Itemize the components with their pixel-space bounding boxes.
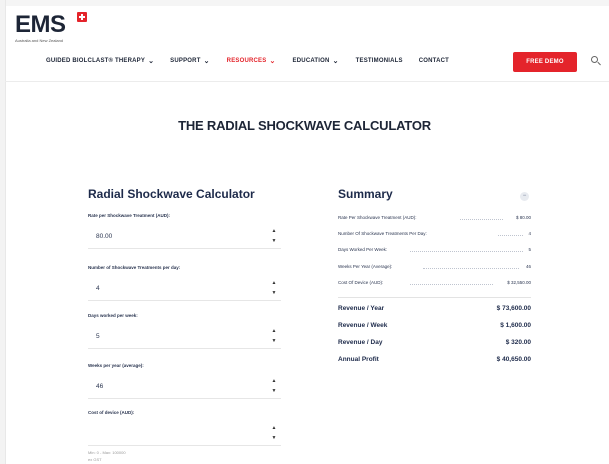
logo-text: EMS [15,11,66,38]
chevron-down-icon: ⌄ [203,58,210,65]
search-icon[interactable] [591,56,598,63]
days-stepper[interactable]: ▲ ▼ [271,326,277,346]
weeks-stepper[interactable]: ▲ ▼ [271,376,277,396]
browser-top-edge [0,0,609,6]
summary-row: Number Of Shockwave Treatments Per Day: … [338,231,531,239]
chevron-down-icon: ⌄ [269,58,276,65]
summary-row-label: Rate Per Shockwave Treatment (AUD): [338,215,417,220]
total-value: $ 73,600.00 [496,305,531,312]
summary-title: Summary [338,187,393,201]
stepper-down-icon[interactable]: ▼ [271,336,277,346]
stepper-up-icon[interactable]: ▲ [271,423,277,433]
cost-input[interactable]: ▲ ▼ [88,421,281,446]
logo-subtitle: Australia and New Zealand [15,38,64,43]
summary-row: Weeks Per Year (Average): 46 [338,264,531,272]
cost-hint-tax: ex GST [88,457,102,462]
stepper-down-icon[interactable]: ▼ [271,236,277,246]
field-label-cost: Cost of device (AUD): [88,410,135,415]
summary-row-value: 46 [525,264,531,269]
browser-left-edge [0,0,6,464]
nav-label: RESOURCES [226,58,267,64]
field-label-days: Days worked per week: [88,313,138,318]
weeks-input[interactable]: 46 ▲ ▼ [88,374,281,399]
cost-stepper[interactable]: ▲ ▼ [271,423,277,443]
summary-row-value: 5 [528,247,531,252]
rate-input[interactable]: 80.00 ▲ ▼ [88,224,281,249]
chevron-down-icon: ⌄ [332,58,339,65]
total-value: $ 320.00 [505,339,531,346]
summary-row-label: Cost Of Device (AUD): [338,280,384,285]
field-label-weeks: Weeks per year (average): [88,363,144,368]
main-nav: GUIDED BIOLCLAST® THERAPY ⌄ SUPPORT ⌄ RESO… [46,57,449,65]
cost-hint-range: Min: 0 - Max: 100000 [88,450,126,455]
summary-row: Rate Per Shockwave Treatment (AUD): $ 80… [338,215,531,223]
treatments-input[interactable]: 4 ▲ ▼ [88,276,281,301]
nav-item-testimonials[interactable]: TESTIMONIALS [356,58,403,64]
field-label-treatments: Number of Shockwave Treatments per day: [88,265,181,270]
page-title: THE RADIAL SHOCKWAVE CALCULATOR [178,118,431,133]
days-value: 5 [96,333,100,340]
total-label: Revenue / Year [338,305,385,312]
collapse-icon[interactable]: − [520,192,529,201]
chevron-down-icon: ⌄ [148,58,155,65]
total-label: Annual Profit [338,356,379,363]
nav-item-education[interactable]: EDUCATION ⌄ [293,57,339,65]
calculator-title: Radial Shockwave Calculator [88,187,255,201]
total-label: Revenue / Week [338,322,388,329]
stepper-up-icon[interactable]: ▲ [271,326,277,336]
stepper-up-icon[interactable]: ▲ [271,376,277,386]
summary-row-label: Weeks Per Year (Average): [338,264,393,269]
stepper-up-icon[interactable]: ▲ [271,226,277,236]
summary-row-label: Days Worked Per Week: [338,247,388,252]
treatments-stepper[interactable]: ▲ ▼ [271,278,277,298]
medical-cross-icon [77,12,87,22]
summary-row: Cost Of Device (AUD): $ 32,550.00 [338,280,531,288]
nav-label: SUPPORT [170,58,201,64]
nav-label: GUIDED BIOLCLAST® THERAPY [46,58,146,64]
summary-row-value: $ 80.00 [515,215,531,220]
total-value: $ 40,650.00 [496,356,531,363]
summary-row-value: $ 32,550.00 [507,280,531,285]
logo[interactable]: EMS Australia and New Zealand [15,11,87,43]
nav-item-resources[interactable]: RESOURCES ⌄ [227,57,276,65]
summary-row: Days Worked Per Week: 5 [338,247,531,255]
nav-item-support[interactable]: SUPPORT ⌄ [170,57,209,65]
rate-stepper[interactable]: ▲ ▼ [271,226,277,246]
leader-dots [423,268,519,269]
nav-item-guided-biolclast-therapy[interactable]: GUIDED BIOLCLAST® THERAPY ⌄ [46,57,154,65]
weeks-value: 46 [96,383,104,390]
nav-item-contact[interactable]: CONTACT [419,58,449,64]
header-divider [5,81,609,82]
summary-divider [338,297,531,298]
treatments-value: 4 [96,285,100,292]
stepper-up-icon[interactable]: ▲ [271,278,277,288]
stepper-down-icon[interactable]: ▼ [271,433,277,443]
leader-dots [410,251,523,252]
leader-dots [498,235,523,236]
total-value: $ 1,600.00 [500,322,531,329]
rate-value: 80.00 [96,233,113,240]
free-demo-button[interactable]: FREE DEMO [513,52,577,72]
leader-dots [410,284,493,285]
days-input[interactable]: 5 ▲ ▼ [88,324,281,349]
nav-label: CONTACT [418,58,450,64]
stepper-down-icon[interactable]: ▼ [271,288,277,298]
stepper-down-icon[interactable]: ▼ [271,386,277,396]
nav-label: TESTIMONIALS [355,58,403,64]
leader-dots [460,219,503,220]
nav-label: EDUCATION [292,58,330,64]
summary-row-value: 4 [528,231,531,236]
summary-row-label: Number Of Shockwave Treatments Per Day: [338,231,427,236]
field-label-rate: Rate per Shockwave Treatment (AUD): [88,213,171,218]
total-label: Revenue / Day [338,339,383,346]
